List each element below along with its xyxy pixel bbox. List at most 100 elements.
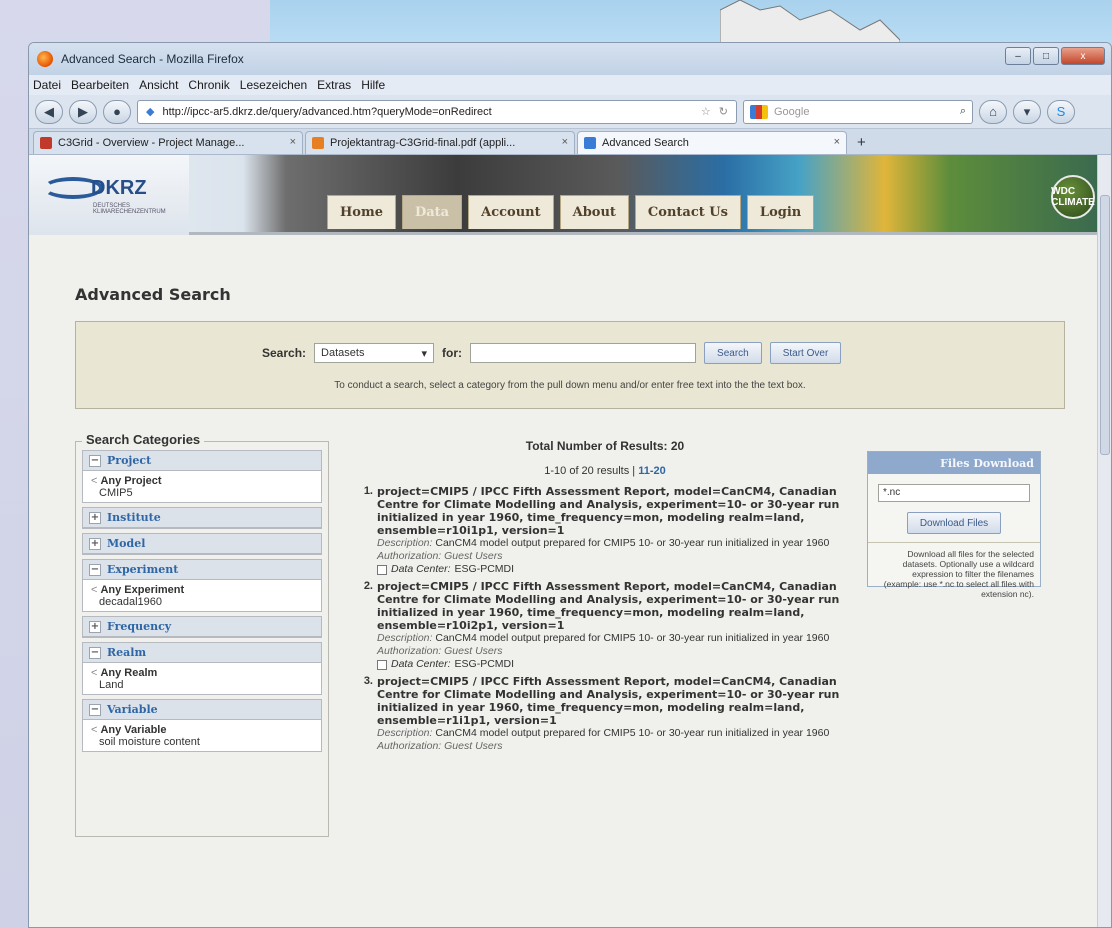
next-page-link[interactable]: 11-20 [638, 465, 666, 477]
logo-text: DKRZ [91, 177, 147, 199]
category-header[interactable]: − Realm [83, 643, 321, 663]
back-chevron-icon: < [91, 724, 98, 736]
result-description: Description: CanCM4 model output prepare… [377, 537, 830, 549]
menu-tab-home[interactable]: Home [327, 195, 396, 229]
any-option[interactable]: < Any Project [91, 475, 313, 487]
web-search-box[interactable]: Google ⌕ [743, 99, 973, 124]
wdc-climate-logo: WDC CLIMATE [1051, 175, 1095, 219]
category-header[interactable]: − Experiment [83, 560, 321, 580]
category-header[interactable]: + Model [83, 534, 321, 554]
result-item: 3. project=CMIP5 / IPCC Fifth Assessment… [355, 675, 855, 753]
file-pattern-input[interactable]: *.nc [878, 484, 1030, 502]
url-text: http://ipcc-ar5.dkrz.de/query/advanced.h… [162, 105, 492, 118]
tab-bar: C3Grid - Overview - Project Manage... × … [29, 129, 1111, 155]
dkrz-logo[interactable]: DKRZ DEUTSCHES KLIMARECHENZENTRUM [29, 155, 189, 235]
tab-close-icon[interactable]: × [562, 136, 568, 148]
menu-chronik[interactable]: Chronik [188, 78, 229, 92]
search-hint: To conduct a search, select a category f… [334, 380, 806, 391]
collapse-icon[interactable]: − [89, 454, 101, 467]
reload-icon[interactable]: ↻ [719, 105, 728, 118]
page-scrollbar[interactable] [1097, 155, 1111, 927]
new-tab-button[interactable]: + [849, 134, 874, 154]
magnifier-icon[interactable]: ⌕ [960, 105, 966, 118]
tab-pdf[interactable]: Projektantrag-C3Grid-final.pdf (appli...… [305, 131, 575, 154]
category-select[interactable]: Datasets ▾ [314, 343, 435, 363]
expand-icon[interactable]: + [89, 511, 101, 524]
url-bar[interactable]: ◆ http://ipcc-ar5.dkrz.de/query/advanced… [137, 99, 737, 124]
menu-tab-login[interactable]: Login [746, 195, 815, 229]
category-project: − Project < Any Project CMIP5 [82, 450, 322, 503]
download-files-button[interactable]: Download Files [906, 512, 1002, 534]
files-download-panel: Files Download *.nc Download Files Downl… [867, 451, 1041, 599]
result-data-center: Data Center: ESG-PCMDI [377, 563, 855, 576]
tab-advanced-search[interactable]: Advanced Search × [577, 131, 847, 154]
results-pagination: 1-10 of 20 results | 11-20 [355, 465, 855, 477]
scrollbar-thumb[interactable] [1100, 195, 1110, 455]
download-button-wrap: Download Files [868, 512, 1040, 534]
menu-hilfe[interactable]: Hilfe [361, 78, 385, 92]
skype-button[interactable]: S [1047, 99, 1075, 124]
menu-datei[interactable]: Datei [33, 78, 61, 92]
result-description: Description: CanCM4 model output prepare… [377, 632, 830, 644]
tab-label: Advanced Search [602, 137, 689, 149]
tab-close-icon[interactable]: × [834, 136, 840, 148]
selected-value: CMIP5 [99, 487, 133, 499]
menu-extras[interactable]: Extras [317, 78, 351, 92]
expand-icon[interactable]: + [89, 537, 101, 550]
menu-tab-data[interactable]: Data [401, 195, 463, 229]
maximize-button[interactable]: □ [1033, 47, 1059, 65]
back-button[interactable]: ◀ [35, 99, 63, 124]
addons-button[interactable]: ▾ [1013, 99, 1041, 124]
menu-lesezeichen[interactable]: Lesezeichen [240, 78, 307, 92]
any-option[interactable]: < Any Variable [91, 724, 313, 736]
category-header[interactable]: + Frequency [83, 617, 321, 637]
expand-icon[interactable]: + [89, 620, 101, 633]
menu-tab-contact-us[interactable]: Contact Us [634, 195, 741, 229]
title-bar: Advanced Search - Mozilla Firefox – □ x [29, 43, 1111, 75]
result-body: project=CMIP5 / IPCC Fifth Assessment Re… [377, 675, 855, 753]
result-title-link[interactable]: project=CMIP5 / IPCC Fifth Assessment Re… [377, 675, 855, 727]
result-title-link[interactable]: project=CMIP5 / IPCC Fifth Assessment Re… [377, 580, 855, 632]
minimize-button[interactable]: – [1005, 47, 1031, 65]
category-header[interactable]: − Variable [83, 700, 321, 720]
menu-ansicht[interactable]: Ansicht [139, 78, 178, 92]
web-page: DKRZ DEUTSCHES KLIMARECHENZENTRUM Home D… [29, 155, 1099, 927]
close-button[interactable]: x [1061, 47, 1105, 65]
select-dataset-checkbox[interactable] [377, 564, 387, 575]
category-realm: − Realm < Any Realm Land [82, 642, 322, 695]
collapse-icon[interactable]: − [89, 646, 101, 659]
category-body: < Any Realm Land [83, 663, 321, 694]
search-panel: Search: Datasets ▾ for: Search Start Ove… [75, 321, 1065, 409]
any-option[interactable]: < Any Experiment [91, 584, 313, 596]
result-data-center: Data Center: ESG-PCMDI [377, 658, 855, 671]
tab-close-icon[interactable]: × [290, 136, 296, 148]
start-over-button[interactable]: Start Over [769, 342, 842, 364]
forward-button[interactable]: ▶ [69, 99, 97, 124]
category-body: < Any Project CMIP5 [83, 471, 321, 502]
site-identity-button[interactable]: ● [103, 99, 131, 124]
page-favicon-icon: ◆ [146, 106, 155, 118]
category-header[interactable]: − Project [83, 451, 321, 471]
back-chevron-icon: < [91, 667, 98, 679]
menu-bearbeiten[interactable]: Bearbeiten [71, 78, 129, 92]
home-icon: ⌂ [989, 104, 997, 119]
result-title-link[interactable]: project=CMIP5 / IPCC Fifth Assessment Re… [377, 485, 855, 537]
tab-label: Projektantrag-C3Grid-final.pdf (appli... [330, 137, 516, 149]
window-title: Advanced Search - Mozilla Firefox [61, 52, 244, 66]
search-button[interactable]: Search [704, 342, 762, 364]
any-option[interactable]: < Any Realm [91, 667, 313, 679]
category-header[interactable]: + Institute [83, 508, 321, 528]
search-text-input[interactable] [470, 343, 697, 363]
home-button[interactable]: ⌂ [979, 99, 1007, 124]
collapse-icon[interactable]: − [89, 703, 101, 716]
select-dataset-checkbox[interactable] [377, 659, 387, 670]
result-authorization: Authorization: Guest Users [377, 550, 503, 562]
pdf-favicon-icon [312, 137, 324, 149]
category-experiment: − Experiment < Any Experiment decadal1960 [82, 559, 322, 612]
collapse-icon[interactable]: − [89, 563, 101, 576]
selected-value: soil moisture content [99, 736, 200, 748]
tab-c3grid[interactable]: C3Grid - Overview - Project Manage... × [33, 131, 303, 154]
menu-tab-account[interactable]: Account [468, 195, 554, 229]
bookmark-star-icon[interactable]: ☆ [701, 105, 711, 118]
menu-tab-about[interactable]: About [559, 195, 629, 229]
